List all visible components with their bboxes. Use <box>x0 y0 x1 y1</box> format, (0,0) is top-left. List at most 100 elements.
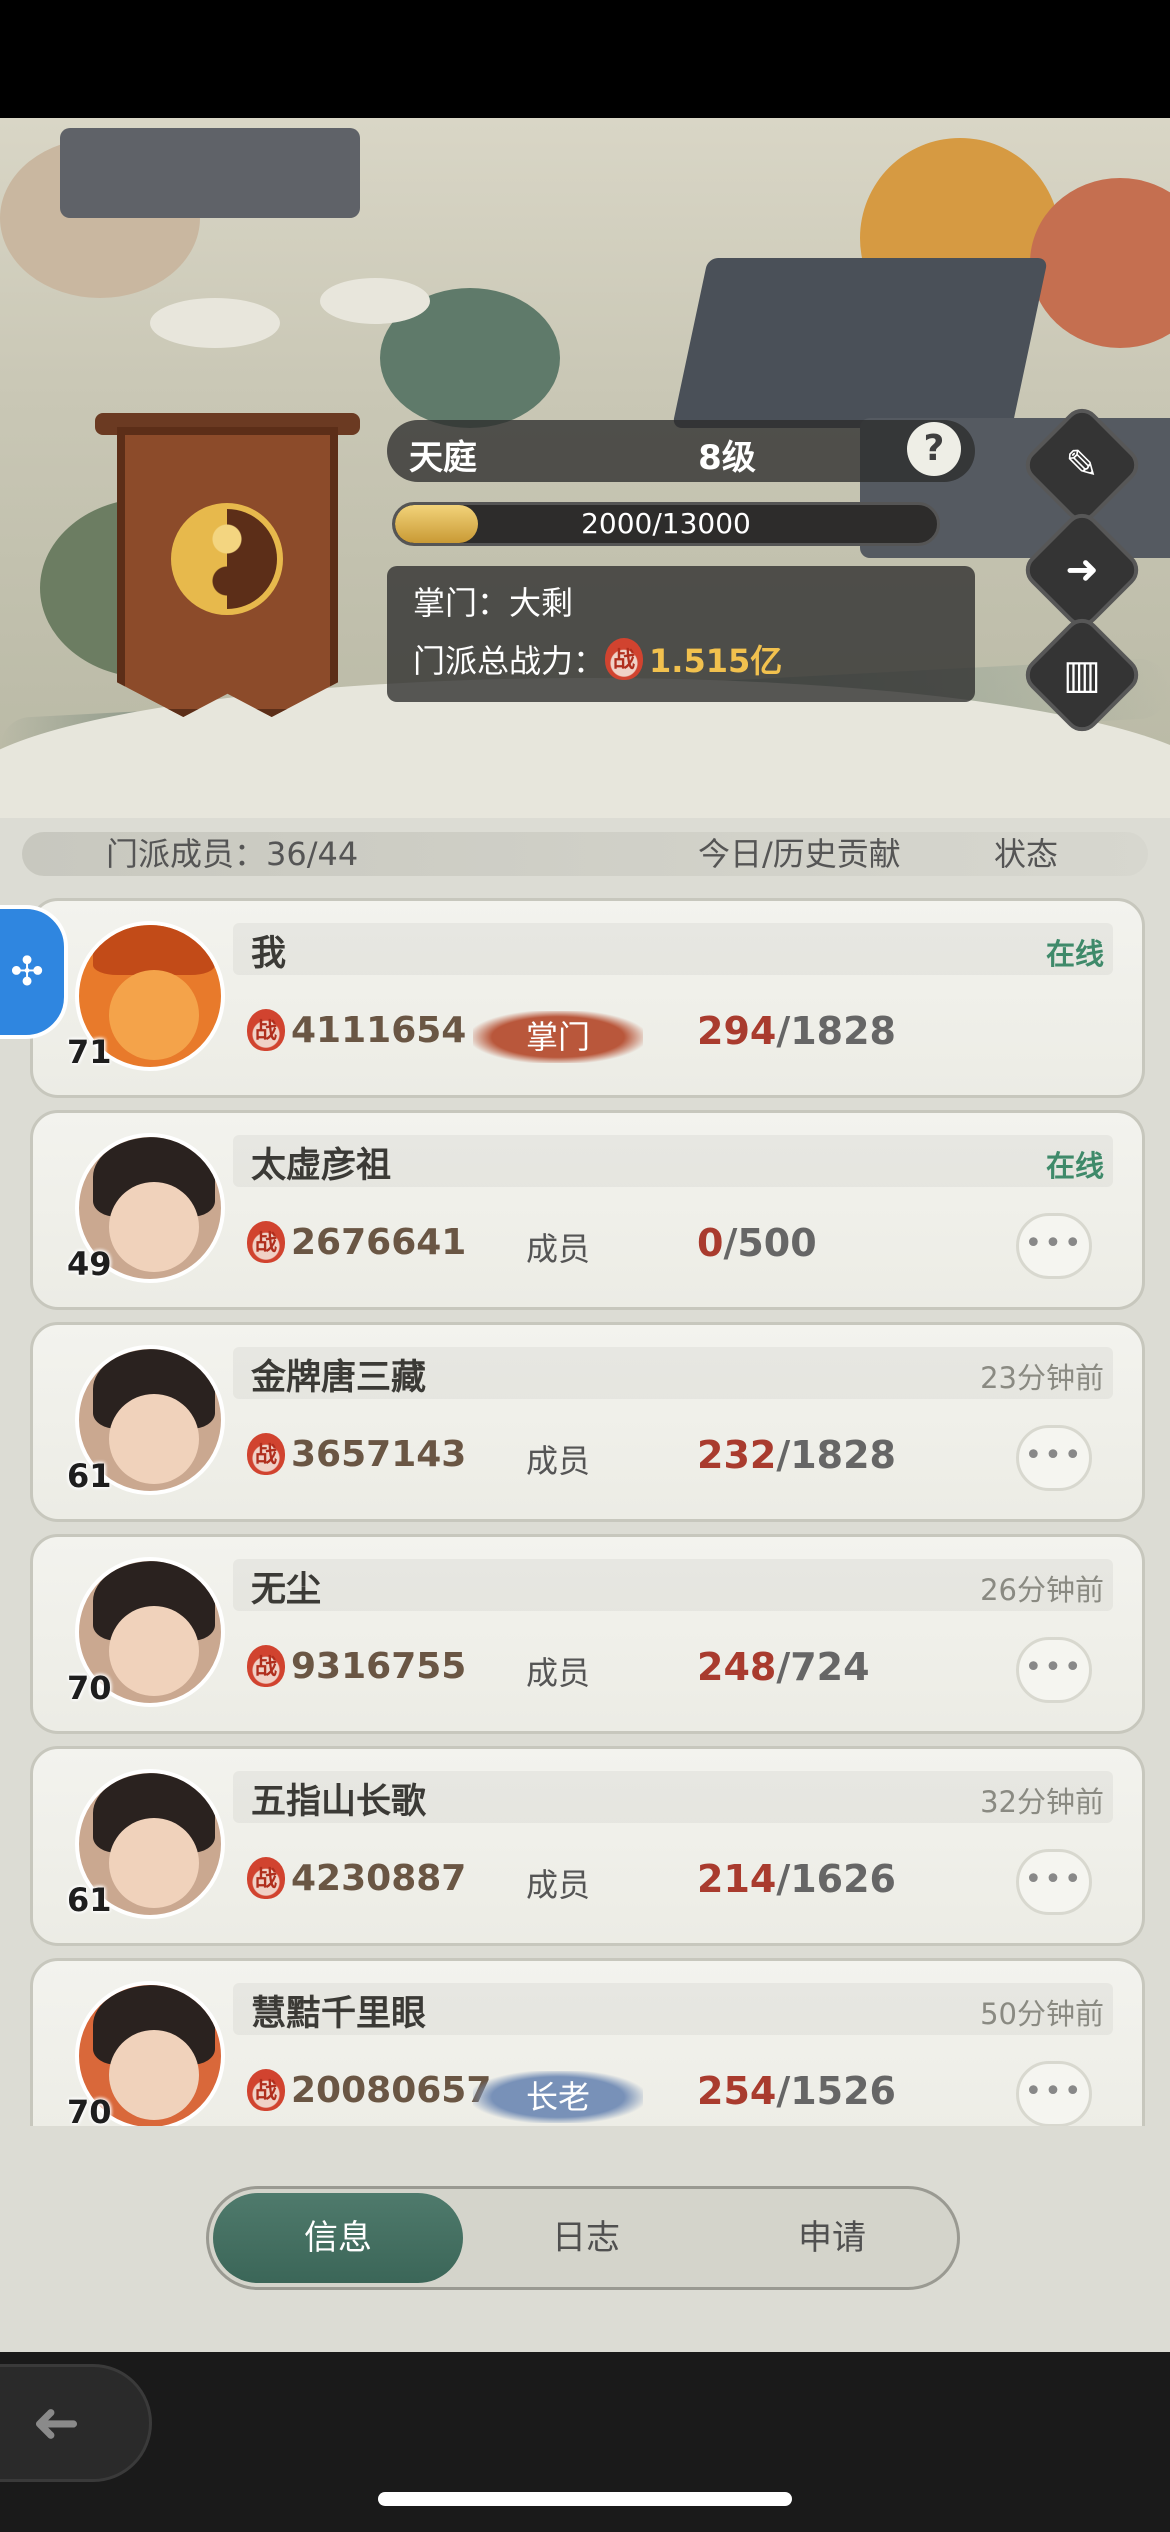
member-power: 战 2676641 <box>247 1221 466 1263</box>
member-name: 太虚彦祖 <box>251 1146 392 1186</box>
member-power-value: 4111654 <box>291 1009 467 1051</box>
more-options-button[interactable]: ••• <box>1016 1425 1092 1491</box>
member-status: 23分钟前 <box>980 1361 1104 1395</box>
ranking-icon: ▥ <box>1063 652 1101 698</box>
sect-name: 天庭 <box>409 438 477 478</box>
member-status: 26分钟前 <box>980 1573 1104 1607</box>
member-row[interactable]: 61 五指山长歌 32分钟前 战 4230887 成员 214/1626 ••• <box>30 1746 1145 1946</box>
today-contribution: 0 <box>697 1221 724 1265</box>
member-role-badge: 成员 <box>525 1654 590 1692</box>
back-arrow-icon: ➜ <box>31 2388 81 2456</box>
member-contribution: 214/1626 <box>697 1857 896 1901</box>
total-contribution: /1526 <box>776 2069 896 2113</box>
member-power-value: 3657143 <box>291 1433 467 1475</box>
member-contribution: 0/500 <box>697 1221 817 1265</box>
member-power: 战 4230887 <box>247 1857 466 1899</box>
member-row[interactable]: 70 无尘 26分钟前 战 9316755 成员 248/724 ••• <box>30 1534 1145 1734</box>
battle-power-icon: 战 <box>605 638 644 680</box>
sect-info-box: 掌门：大剩 门派总战力： 战 1.515亿 <box>387 566 975 702</box>
more-options-button[interactable]: ••• <box>1016 1637 1092 1703</box>
member-status: 在线 <box>1045 937 1104 971</box>
member-name: 无尘 <box>251 1570 322 1610</box>
tab-log[interactable]: 日志 <box>461 2193 711 2283</box>
floating-assistant-button[interactable]: ✣ <box>0 905 68 1039</box>
member-level: 61 <box>67 1881 112 1919</box>
member-level: 61 <box>67 1457 112 1495</box>
total-contribution: /1626 <box>776 1857 896 1901</box>
member-role-badge: 成员 <box>525 1230 590 1268</box>
total-contribution: /500 <box>723 1221 817 1265</box>
tab-applications[interactable]: 申请 <box>707 2193 957 2283</box>
member-role-badge: 成员 <box>525 1442 590 1480</box>
member-row[interactable]: 49 太虚彦祖 在线 战 2676641 成员 0/500 ••• <box>30 1110 1145 1310</box>
battle-power-icon: 战 <box>247 1433 285 1475</box>
total-contribution: /724 <box>776 1645 870 1689</box>
member-power-value: 20080657 <box>291 2069 492 2111</box>
sect-exp-progress-bar: 2000/13000 <box>392 502 940 546</box>
member-list-header: 门派成员：36/44 今日/历史贡献 状态 <box>22 832 1148 876</box>
total-contribution: /1828 <box>776 1009 896 1053</box>
today-contribution: 232 <box>697 1433 777 1477</box>
member-power: 战 20080657 <box>247 2069 491 2111</box>
edit-icon: ✎ <box>1065 442 1099 488</box>
battle-power-icon: 战 <box>247 1645 285 1687</box>
battle-power-icon: 战 <box>247 1221 285 1263</box>
member-name: 我 <box>251 934 287 974</box>
member-row[interactable]: 70 慧黠千里眼 50分钟前 战 20080657 长老 254/1526 ••… <box>30 1958 1145 2126</box>
total-power-label: 门派总战力： <box>413 642 606 680</box>
today-contribution: 248 <box>697 1645 777 1689</box>
member-row[interactable]: 61 金牌唐三藏 23分钟前 战 3657143 成员 232/1828 ••• <box>30 1322 1145 1522</box>
member-power-value: 4230887 <box>291 1857 467 1899</box>
tab-info[interactable]: 信息 <box>213 2193 463 2283</box>
member-status: 在线 <box>1045 1149 1104 1183</box>
member-count: 门派成员：36/44 <box>106 835 359 873</box>
member-power-value: 2676641 <box>291 1221 467 1263</box>
today-contribution: 254 <box>697 2069 777 2113</box>
progress-text: 2000/13000 <box>581 507 751 540</box>
member-role-badge: 长老 <box>473 2071 643 2123</box>
member-contribution: 294/1828 <box>697 1009 896 1053</box>
sect-total-power: 门派总战力： 战 1.515亿 <box>413 636 782 682</box>
sect-leader: 掌门：大剩 <box>413 584 574 622</box>
status-header: 状态 <box>994 835 1059 873</box>
gamepad-icon: ✣ <box>10 949 44 995</box>
member-power: 战 4111654 <box>247 1009 466 1051</box>
back-button[interactable]: ➜ <box>0 2364 152 2482</box>
battle-power-icon: 战 <box>247 1857 285 1899</box>
member-power: 战 9316755 <box>247 1645 466 1687</box>
contribution-header: 今日/历史贡献 <box>698 835 901 873</box>
sect-level: 8级 <box>698 438 756 478</box>
member-role-badge: 成员 <box>525 1866 590 1904</box>
yin-yang-icon <box>171 503 283 615</box>
status-bar <box>0 0 1170 118</box>
more-options-button[interactable]: ••• <box>1016 1849 1092 1915</box>
member-contribution: 254/1526 <box>697 2069 896 2113</box>
member-level: 49 <box>67 1245 112 1283</box>
more-options-button[interactable]: ••• <box>1016 2061 1092 2126</box>
member-contribution: 232/1828 <box>697 1433 896 1477</box>
member-level: 70 <box>67 2093 112 2126</box>
more-options-button[interactable]: ••• <box>1016 1213 1092 1279</box>
battle-power-icon: 战 <box>247 2069 285 2111</box>
member-name: 慧黠千里眼 <box>251 1994 427 2034</box>
member-role-badge: 掌门 <box>473 1011 643 1063</box>
member-status: 32分钟前 <box>980 1785 1104 1819</box>
member-power: 战 3657143 <box>247 1433 466 1475</box>
member-name: 五指山长歌 <box>251 1782 427 1822</box>
member-level: 71 <box>67 1033 112 1071</box>
exit-icon: ➜ <box>1065 547 1099 593</box>
battle-power-icon: 战 <box>247 1009 285 1051</box>
today-contribution: 214 <box>697 1857 777 1901</box>
sect-emblem-banner <box>95 413 360 733</box>
member-status: 50分钟前 <box>980 1997 1104 2031</box>
total-power-value: 1.515亿 <box>649 642 783 680</box>
member-contribution: 248/724 <box>697 1645 870 1689</box>
member-row[interactable]: 71 我 在线 战 4111654 掌门 294/1828 <box>30 898 1145 1098</box>
sect-tab-bar: 信息 日志 申请 <box>206 2186 960 2290</box>
member-list[interactable]: 71 我 在线 战 4111654 掌门 294/1828 49 太虚彦祖 在线… <box>0 896 1170 2126</box>
member-level: 70 <box>67 1669 112 1707</box>
today-contribution: 294 <box>697 1009 777 1053</box>
total-contribution: /1828 <box>776 1433 896 1477</box>
member-name: 金牌唐三藏 <box>251 1358 427 1398</box>
help-icon[interactable]: ? <box>907 422 961 476</box>
